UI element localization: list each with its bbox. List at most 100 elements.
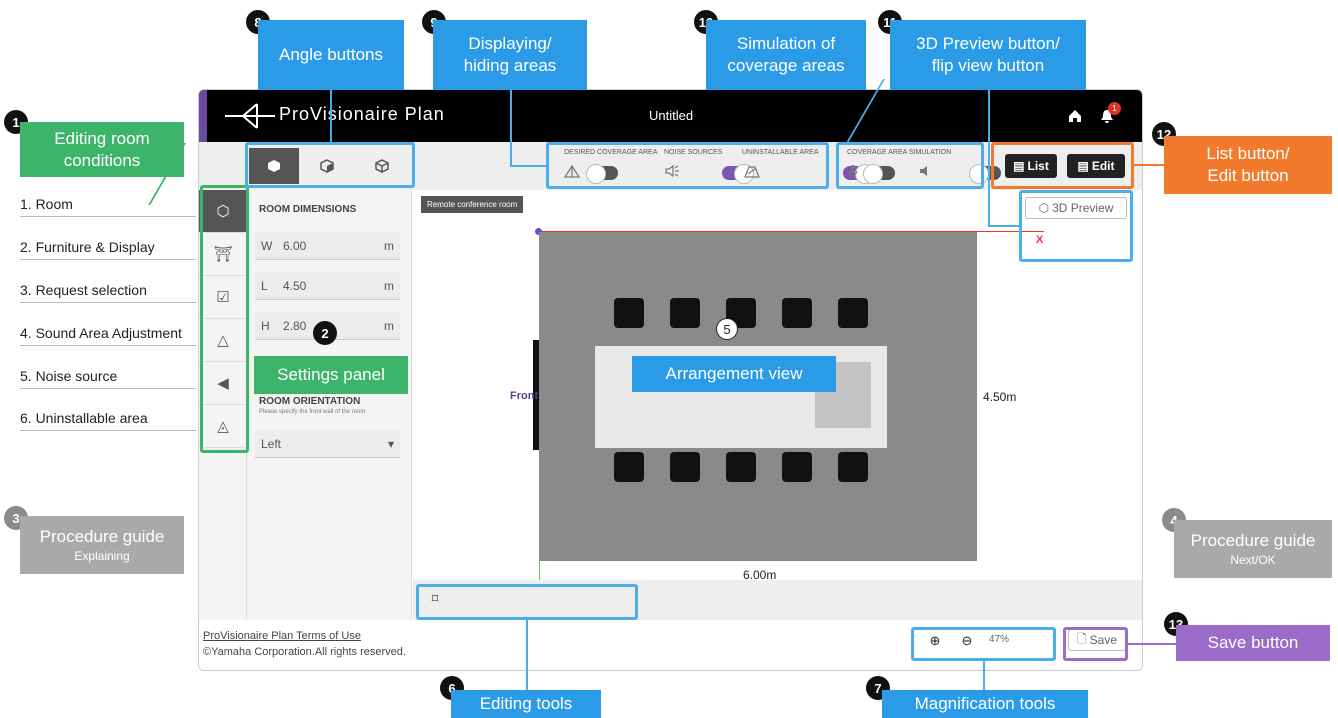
callout-3d-preview: 3D Preview button/ flip view button — [890, 20, 1086, 90]
document-title: Untitled — [649, 108, 694, 123]
connector-11b — [988, 225, 1021, 227]
highlight-area-toggles — [546, 142, 829, 189]
chairs-top — [596, 298, 886, 336]
app-logo-text: ProVisionaire Plan — [279, 104, 445, 124]
callout-4-line1: Procedure guide — [1190, 531, 1316, 550]
callout-8-text: Angle buttons — [279, 45, 383, 64]
callout-3-line2: Explaining — [74, 549, 130, 563]
highlight-coverage-sim — [836, 142, 984, 189]
dropdown-arrow-icon: ▾ — [387, 436, 394, 451]
orientation-hint: Please specify the front wall of the roo… — [259, 409, 366, 415]
callout-number-5: 5 — [716, 318, 738, 340]
list-item: 1. Room — [20, 196, 73, 212]
chair[interactable] — [838, 452, 868, 482]
height-label: H — [261, 318, 270, 333]
connector-7 — [983, 661, 985, 691]
callout-10-line1: Simulation of — [736, 34, 836, 53]
width-field[interactable]: W 6.00 m — [255, 232, 400, 260]
settings-panel: ROOM DIMENSIONS W 6.00 m L 4.50 m H 2.80… — [247, 190, 412, 620]
width-label: W — [261, 238, 273, 253]
highlight-room-conditions — [200, 185, 249, 453]
callout-magnification: Magnification tools — [882, 690, 1088, 718]
callout-2-text: Settings panel — [277, 365, 385, 384]
highlight-angle-buttons — [245, 142, 415, 188]
callout-9-line2: hiding areas — [463, 56, 557, 75]
room-tag: Remote conference room — [421, 196, 524, 213]
list-item: 4. Sound Area Adjustment — [20, 325, 182, 341]
callout-1-line1: Editing room — [54, 128, 150, 148]
callout-settings-panel: Settings panel — [254, 356, 408, 394]
length-unit: m — [384, 278, 394, 293]
chair[interactable] — [782, 452, 812, 482]
length-value: 4.50 — [283, 278, 307, 293]
chair[interactable] — [838, 298, 868, 328]
callout-10-line2: coverage areas — [727, 56, 845, 75]
list-divider — [20, 259, 196, 260]
highlight-list-edit — [991, 142, 1134, 189]
copyright-text: ©Yamaha Corporation.All rights reserved. — [203, 646, 406, 658]
length-field[interactable]: L 4.50 m — [255, 272, 400, 300]
list-divider — [20, 302, 196, 303]
callout-11-line2: flip view button — [931, 56, 1045, 75]
connector-9b — [510, 165, 548, 167]
callout-12-line1: List button/ — [1206, 144, 1290, 163]
callout-5-text: Arrangement view — [665, 364, 803, 383]
width-value: 6.00 — [283, 238, 307, 253]
callout-display-areas: Displaying/ hiding areas — [433, 20, 587, 90]
width-unit: m — [384, 238, 394, 253]
callout-6-text: Editing tools — [479, 694, 573, 713]
front-label: Front — [510, 390, 539, 402]
notification-badge: 1 — [1108, 102, 1121, 115]
callout-coverage-sim: Simulation of coverage areas — [706, 20, 866, 90]
highlight-editing-tools — [416, 584, 638, 620]
callout-4-line2: Next/OK — [1230, 553, 1276, 567]
callout-12-line2: Edit button — [1207, 166, 1289, 185]
chair[interactable] — [670, 452, 700, 482]
callout-3-line1: Procedure guide — [39, 527, 165, 546]
home-icon[interactable] — [1067, 108, 1083, 124]
chair[interactable] — [726, 452, 756, 482]
callout-arrangement-view: Arrangement view — [632, 356, 836, 392]
list-item: 5. Noise source — [20, 368, 118, 384]
title-bar: ProVisionaire Plan Untitled 1 — [199, 90, 1142, 142]
connector-6 — [526, 620, 528, 696]
callout-save: Save button — [1176, 625, 1330, 661]
length-label: L — [261, 278, 268, 293]
callout-9-line1: Displaying/ — [468, 34, 552, 53]
connector-8 — [330, 89, 332, 143]
length-dimension: 4.50m — [983, 390, 1017, 404]
orientation-select[interactable]: Left ▾ — [255, 430, 400, 458]
orientation-title: ROOM ORIENTATION — [259, 396, 361, 407]
connector-12 — [1134, 164, 1164, 166]
chairs-bottom — [596, 452, 886, 490]
accent-stripe — [199, 90, 207, 142]
callout-7-text: Magnification tools — [914, 694, 1056, 713]
callout-room-conditions: Editing room conditions — [20, 122, 184, 177]
callout-13-text: Save button — [1207, 633, 1299, 652]
logo-icon — [225, 103, 275, 129]
list-item: 6. Uninstallable area — [20, 410, 148, 426]
list-item: 2. Furniture & Display — [20, 239, 155, 255]
chair[interactable] — [614, 452, 644, 482]
chair[interactable] — [670, 298, 700, 328]
connector-11a — [988, 79, 990, 227]
list-divider — [20, 388, 196, 389]
callout-editing-tools: Editing tools — [451, 690, 601, 718]
callout-11-line1: 3D Preview button/ — [916, 34, 1060, 53]
terms-link[interactable]: ProVisionaire Plan Terms of Use — [203, 630, 361, 642]
chair[interactable] — [782, 298, 812, 328]
callout-number-2: 2 — [313, 321, 337, 345]
callout-1-line2: conditions — [63, 150, 141, 170]
callout-procedure-next: Procedure guide Next/OK — [1174, 520, 1332, 578]
list-divider — [20, 430, 196, 431]
callout-angle-buttons: Angle buttons — [258, 20, 404, 90]
height-unit: m — [384, 318, 394, 333]
highlight-save — [1063, 627, 1128, 661]
connector-9a — [510, 89, 512, 167]
connector-13 — [1128, 643, 1176, 645]
list-divider — [20, 345, 196, 346]
room-dimensions-title: ROOM DIMENSIONS — [259, 204, 357, 215]
orientation-value: Left — [261, 436, 282, 451]
chair[interactable] — [614, 298, 644, 328]
list-divider — [20, 216, 196, 217]
